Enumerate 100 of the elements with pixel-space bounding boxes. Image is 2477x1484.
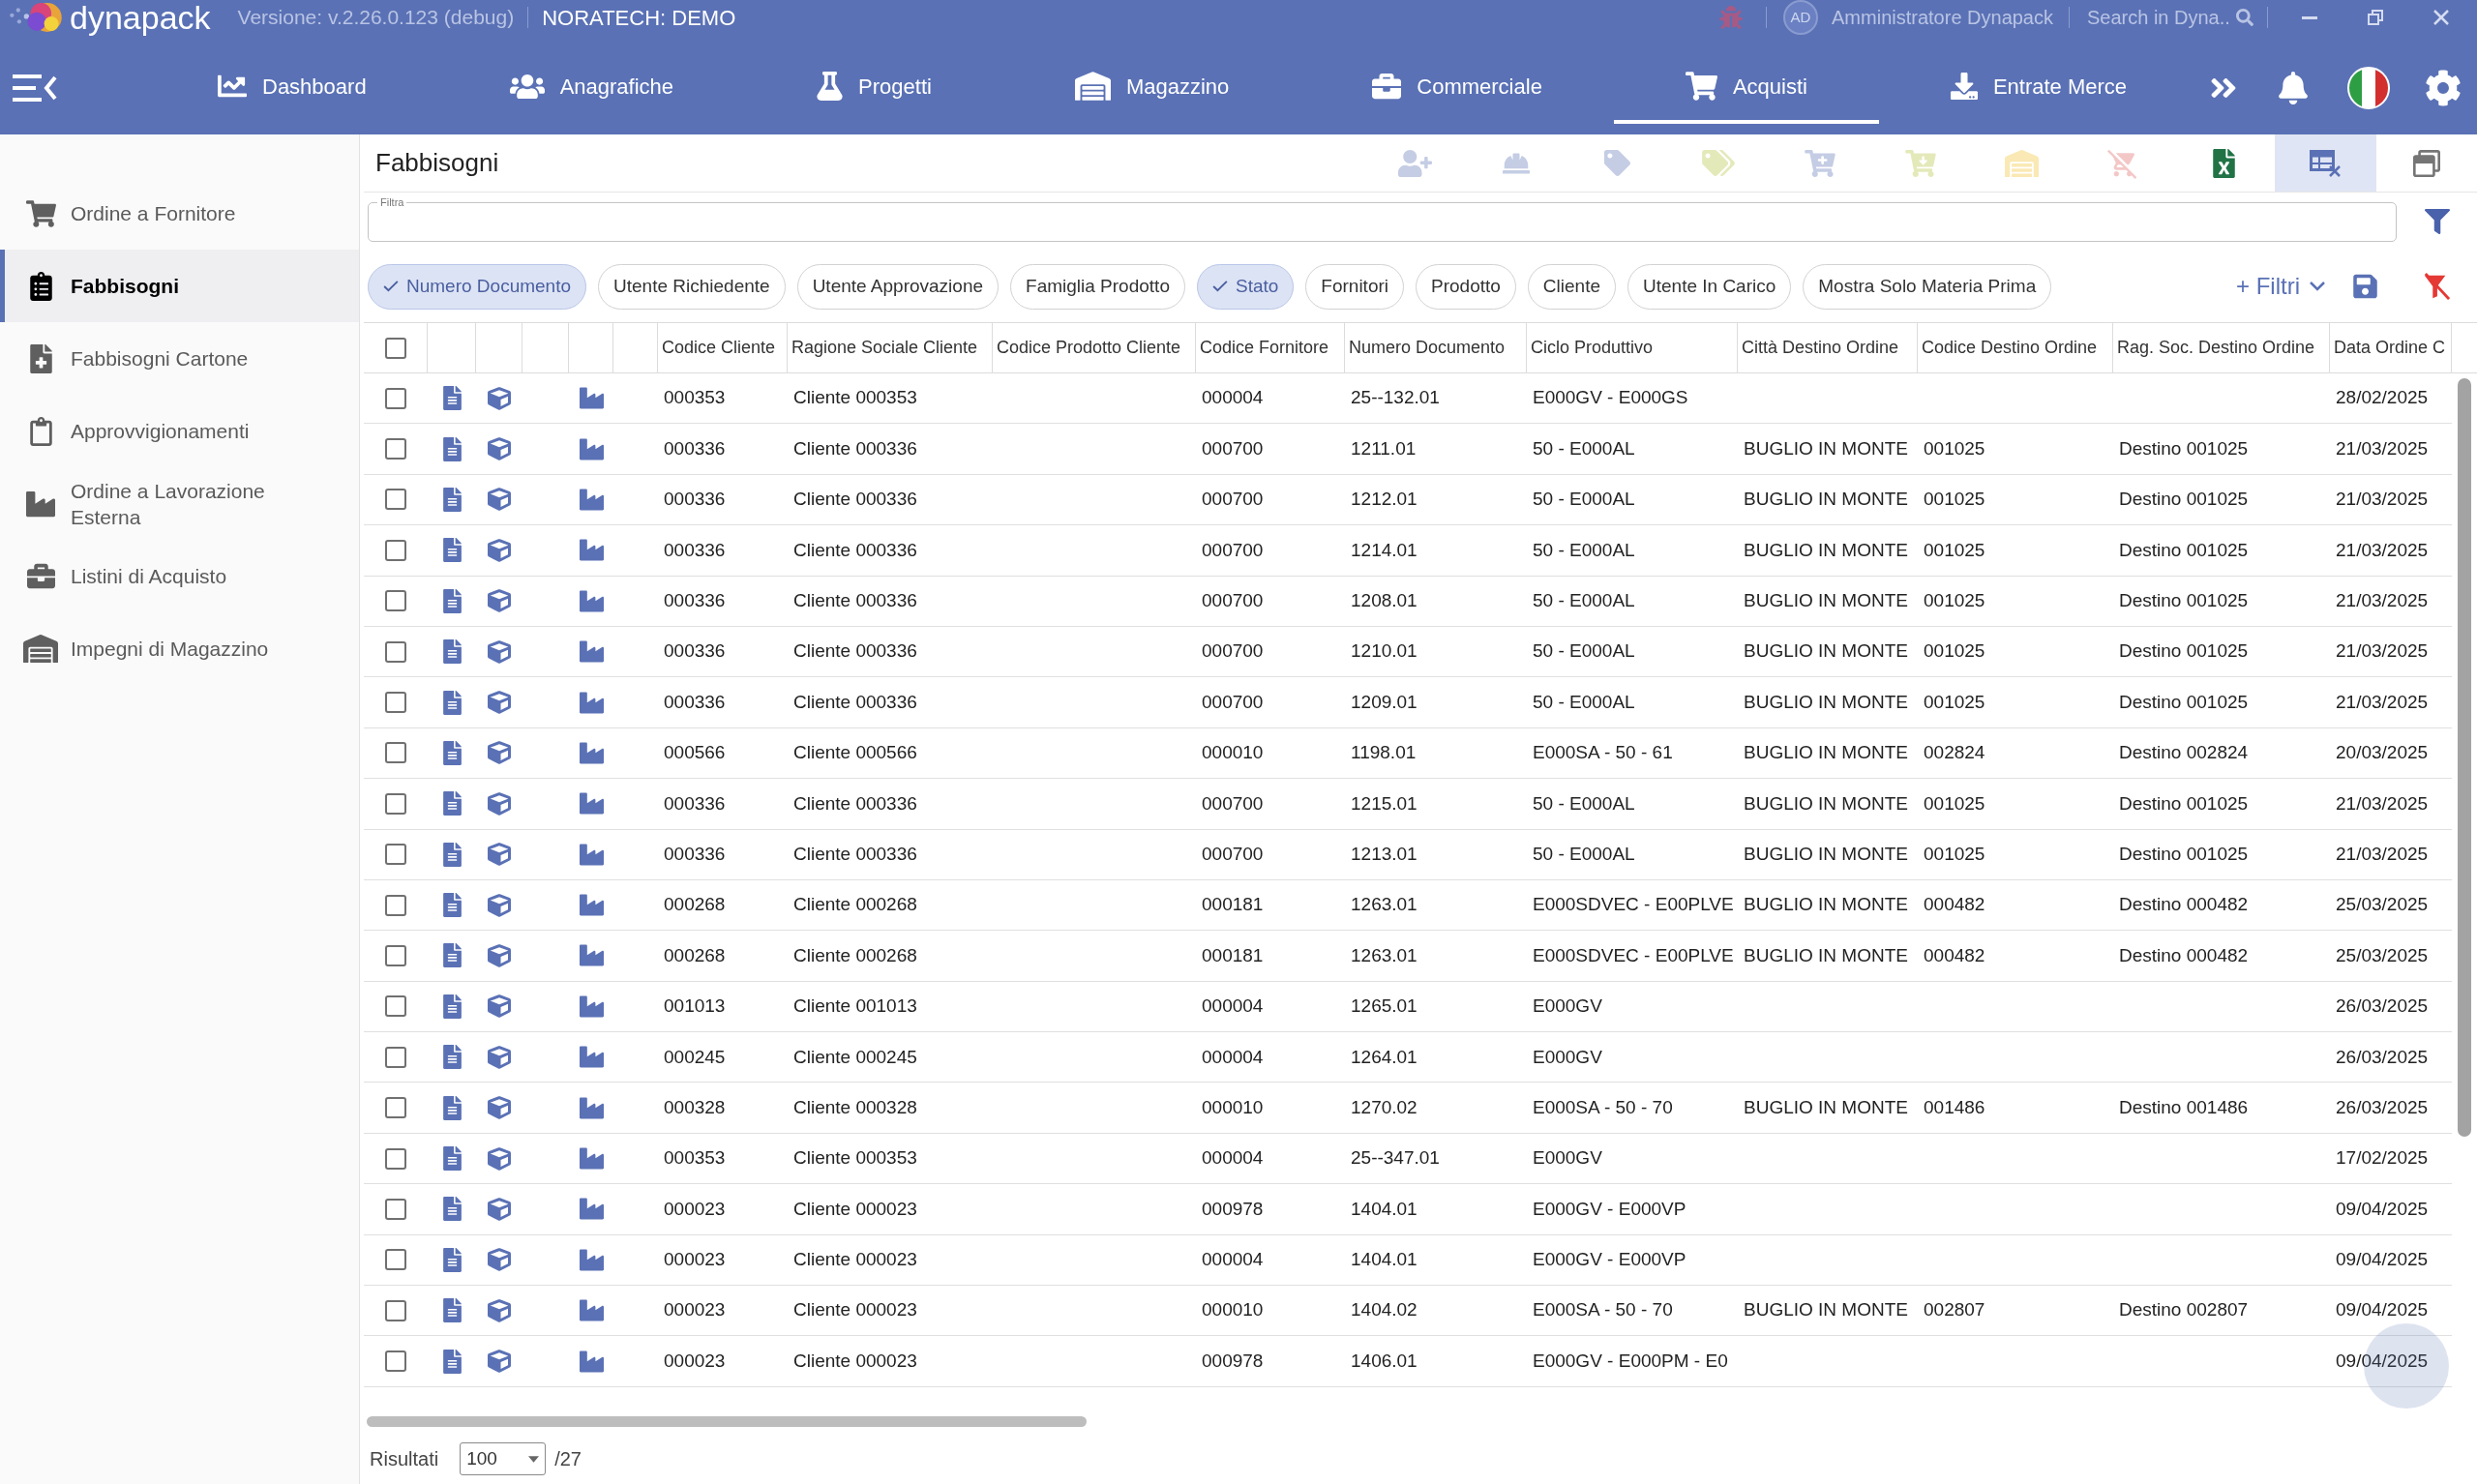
filter-chip[interactable]: Fornitori [1305,263,1404,310]
document-icon[interactable] [442,791,462,816]
row-checkbox[interactable] [385,1147,406,1170]
nav-tab[interactable]: Anagrafiche [437,52,746,124]
factory-icon[interactable] [579,1197,604,1222]
factory-icon[interactable] [579,943,604,968]
filter-chip[interactable]: Mostra Solo Materia Prima [1803,263,2052,310]
scrollbar-thumb[interactable] [2458,378,2471,1137]
row-checkbox[interactable] [385,539,406,561]
cube-icon[interactable] [488,1197,511,1221]
column-header[interactable]: Ciclo Produttivo [1527,323,1738,372]
sidebar-item[interactable]: Listini di Acquisto [0,540,359,612]
cube-icon[interactable] [488,893,511,917]
filters-button[interactable]: + Filtri [2236,269,2325,304]
factory-icon[interactable] [579,1298,604,1323]
column-header[interactable]: Numero Documento [1345,323,1527,372]
row-checkbox[interactable] [385,692,406,714]
cube-icon[interactable] [488,437,511,461]
factory-icon[interactable] [579,1247,604,1272]
settings-icon[interactable] [2425,70,2462,106]
row-checkbox[interactable] [385,792,406,815]
page-size-select[interactable]: 100 [460,1442,547,1475]
column-header[interactable]: Rag. Soc. Destino Ordine [2113,323,2330,372]
row-checkbox[interactable] [385,1046,406,1068]
filter-chip[interactable]: Numero Documento [368,263,587,310]
factory-icon[interactable] [579,588,604,613]
row-checkbox[interactable] [385,894,406,916]
column-header[interactable]: Codice Prodotto Cliente [993,323,1196,372]
document-icon[interactable] [442,487,462,512]
document-icon[interactable] [442,842,462,867]
nav-tab[interactable]: Entrate Merce [1878,52,2199,124]
filter-chip[interactable]: Prodotto [1416,263,1516,310]
column-header[interactable]: Ragione Sociale Cliente [788,323,993,372]
filter-chip[interactable]: Utente Approvazione [796,263,1000,310]
row-checkbox[interactable] [385,387,406,409]
factory-icon[interactable] [579,842,604,867]
cube-icon[interactable] [488,386,511,410]
cube-icon[interactable] [488,1298,511,1322]
column-header[interactable]: Codice Fornitore [1196,323,1345,372]
cube-icon[interactable] [488,791,511,816]
sidebar-item[interactable]: Ordine a Fornitore [0,177,359,250]
cube-icon[interactable] [488,538,511,562]
cube-icon[interactable] [488,994,511,1019]
nav-tab[interactable]: Progetti [745,52,1003,124]
row-checkbox[interactable] [385,1299,406,1321]
document-icon[interactable] [442,690,462,715]
filter-chip[interactable]: Utente In Carico [1627,263,1792,310]
filter-off-icon[interactable] [2423,273,2450,300]
sidebar-item[interactable]: Approvvigionamenti [0,395,359,467]
document-icon[interactable] [442,1045,462,1070]
document-icon[interactable] [442,436,462,461]
filter-chip[interactable]: Famiglia Prodotto [1010,263,1185,310]
document-icon[interactable] [442,893,462,918]
flag-icon[interactable] [2347,67,2390,109]
nav-tab[interactable]: Acquisti [1613,52,1879,124]
document-icon[interactable] [442,1197,462,1222]
document-icon[interactable] [442,1349,462,1374]
document-icon[interactable] [442,588,462,613]
search-icon[interactable] [2236,9,2253,26]
search-field[interactable]: Search in Dyna.. [2087,3,2232,32]
row-checkbox[interactable] [385,640,406,663]
sidebar-item[interactable]: Ordine a Lavorazione Esterna [0,467,359,540]
document-icon[interactable] [442,1298,462,1323]
factory-icon[interactable] [579,690,604,715]
row-checkbox[interactable] [385,1097,406,1119]
save-icon[interactable] [2353,273,2377,300]
factory-icon[interactable] [579,386,604,411]
cube-icon[interactable] [488,691,511,715]
row-checkbox[interactable] [385,438,406,460]
document-icon[interactable] [442,639,462,665]
cube-icon[interactable] [488,1045,511,1069]
factory-icon[interactable] [579,1095,604,1120]
factory-icon[interactable] [579,1045,604,1070]
sidebar-item[interactable]: Impegni di Magazzino [0,612,359,685]
row-checkbox[interactable] [385,945,406,966]
factory-icon[interactable] [579,639,604,665]
row-checkbox[interactable] [385,489,406,511]
factory-icon[interactable] [579,1349,604,1374]
row-checkbox[interactable] [385,995,406,1018]
factory-icon[interactable] [579,436,604,461]
factory-icon[interactable] [579,994,604,1019]
cube-icon[interactable] [488,1350,511,1374]
cube-icon[interactable] [488,488,511,512]
column-header[interactable]: Città Destino Ordine [1738,323,1918,372]
document-icon[interactable] [442,1095,462,1120]
cube-icon[interactable] [488,639,511,664]
filter-icon[interactable] [2424,209,2450,234]
document-icon[interactable] [442,538,462,563]
factory-icon[interactable] [579,487,604,512]
filter-field[interactable]: Filtra [368,197,2397,242]
document-icon[interactable] [442,1247,462,1272]
document-icon[interactable] [442,994,462,1019]
sidebar-item[interactable]: Fabbisogni [0,250,359,322]
row-checkbox[interactable] [385,1350,406,1373]
cube-icon[interactable] [488,589,511,613]
row-checkbox[interactable] [385,1198,406,1220]
factory-icon[interactable] [579,1146,604,1172]
bell-icon[interactable] [2279,72,2308,104]
column-header[interactable]: Codice Destino Ordine [1918,323,2113,372]
document-icon[interactable] [442,1146,462,1172]
